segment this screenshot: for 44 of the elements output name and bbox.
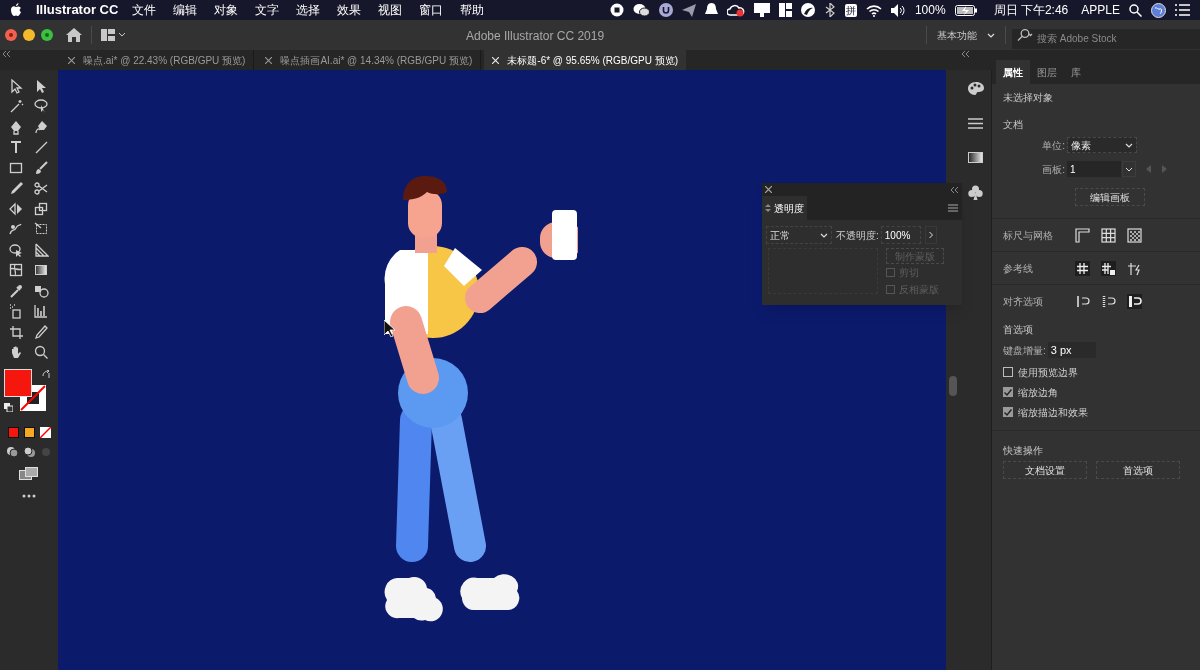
blend-mode-dropdown[interactable]: 正常 (766, 226, 832, 244)
app-menu[interactable]: Illustrator CC (36, 0, 119, 20)
panel-tab[interactable]: 图层 (1030, 60, 1064, 84)
section-heading: 文档 (1003, 118, 1024, 132)
menu-item[interactable]: 窗口 (419, 1, 444, 19)
window-title: Adobe Illustrator CC 2019 (466, 28, 605, 45)
checkbox-option[interactable]: 缩放边角 (1003, 382, 1189, 402)
quick-action-button[interactable]: 首选项 (1096, 461, 1180, 479)
section-heading: 快速操作 (1003, 444, 1044, 458)
selection-status: 未选择对象 (1003, 91, 1054, 105)
quick-action-button[interactable]: 文档设置 (1003, 461, 1087, 479)
panel-tab[interactable]: 属性 (996, 60, 1030, 84)
menu-item[interactable]: 编辑 (173, 1, 198, 19)
keyboard-increment-label: 键盘增量: (1003, 343, 1046, 358)
clock-text[interactable]: 周日 下午2:46 (993, 1, 1069, 19)
input-method-indicator[interactable]: 拼 (844, 3, 857, 17)
menu-item[interactable]: 文字 (255, 1, 280, 19)
battery-percent: 100% (914, 2, 946, 19)
document-tab[interactable]: 未标题-6* @ 95.65% (RGB/GPU 预览) (484, 50, 687, 70)
panel-tab[interactable]: 库 (1064, 60, 1088, 84)
opacity-label: 不透明度: (836, 228, 879, 243)
menu-item[interactable]: 帮助 (460, 1, 485, 19)
section-heading: 首选项 (1003, 323, 1034, 337)
keyboard-increment-field[interactable]: 3 px (1047, 342, 1096, 358)
row-label: 对齐选项 (1003, 295, 1044, 309)
menu-item[interactable]: 文件 (132, 1, 157, 19)
user-name[interactable]: APPLE (1081, 1, 1120, 19)
workspace-dropdown[interactable]: 基本功能 (927, 24, 1005, 46)
opacity-field[interactable]: 100% (880, 226, 921, 244)
unit-label: 单位: (1041, 138, 1065, 153)
artboard-label: 画板: (1041, 162, 1065, 177)
artboard-field[interactable]: 1 (1067, 161, 1121, 177)
checkbox-option[interactable]: 缩放描边和效果 (1003, 402, 1189, 422)
menu-item[interactable]: 效果 (337, 1, 362, 19)
row-label: 参考线 (1003, 261, 1034, 276)
menu-item[interactable]: 选择 (296, 1, 321, 19)
menu-item[interactable]: 视图 (378, 1, 403, 19)
unit-dropdown[interactable]: 像素 (1067, 137, 1137, 153)
stock-search-field[interactable]: 搜索 Adobe Stock (1012, 28, 1200, 49)
edit-artboards-button[interactable]: 编辑画板 (1075, 188, 1145, 206)
row-label: 标尺与网格 (1003, 228, 1054, 243)
panel-tab[interactable]: 透明度 (762, 196, 807, 220)
menu-item[interactable]: 对象 (214, 1, 239, 19)
checkbox-option[interactable]: 使用预览边界 (1003, 362, 1189, 382)
